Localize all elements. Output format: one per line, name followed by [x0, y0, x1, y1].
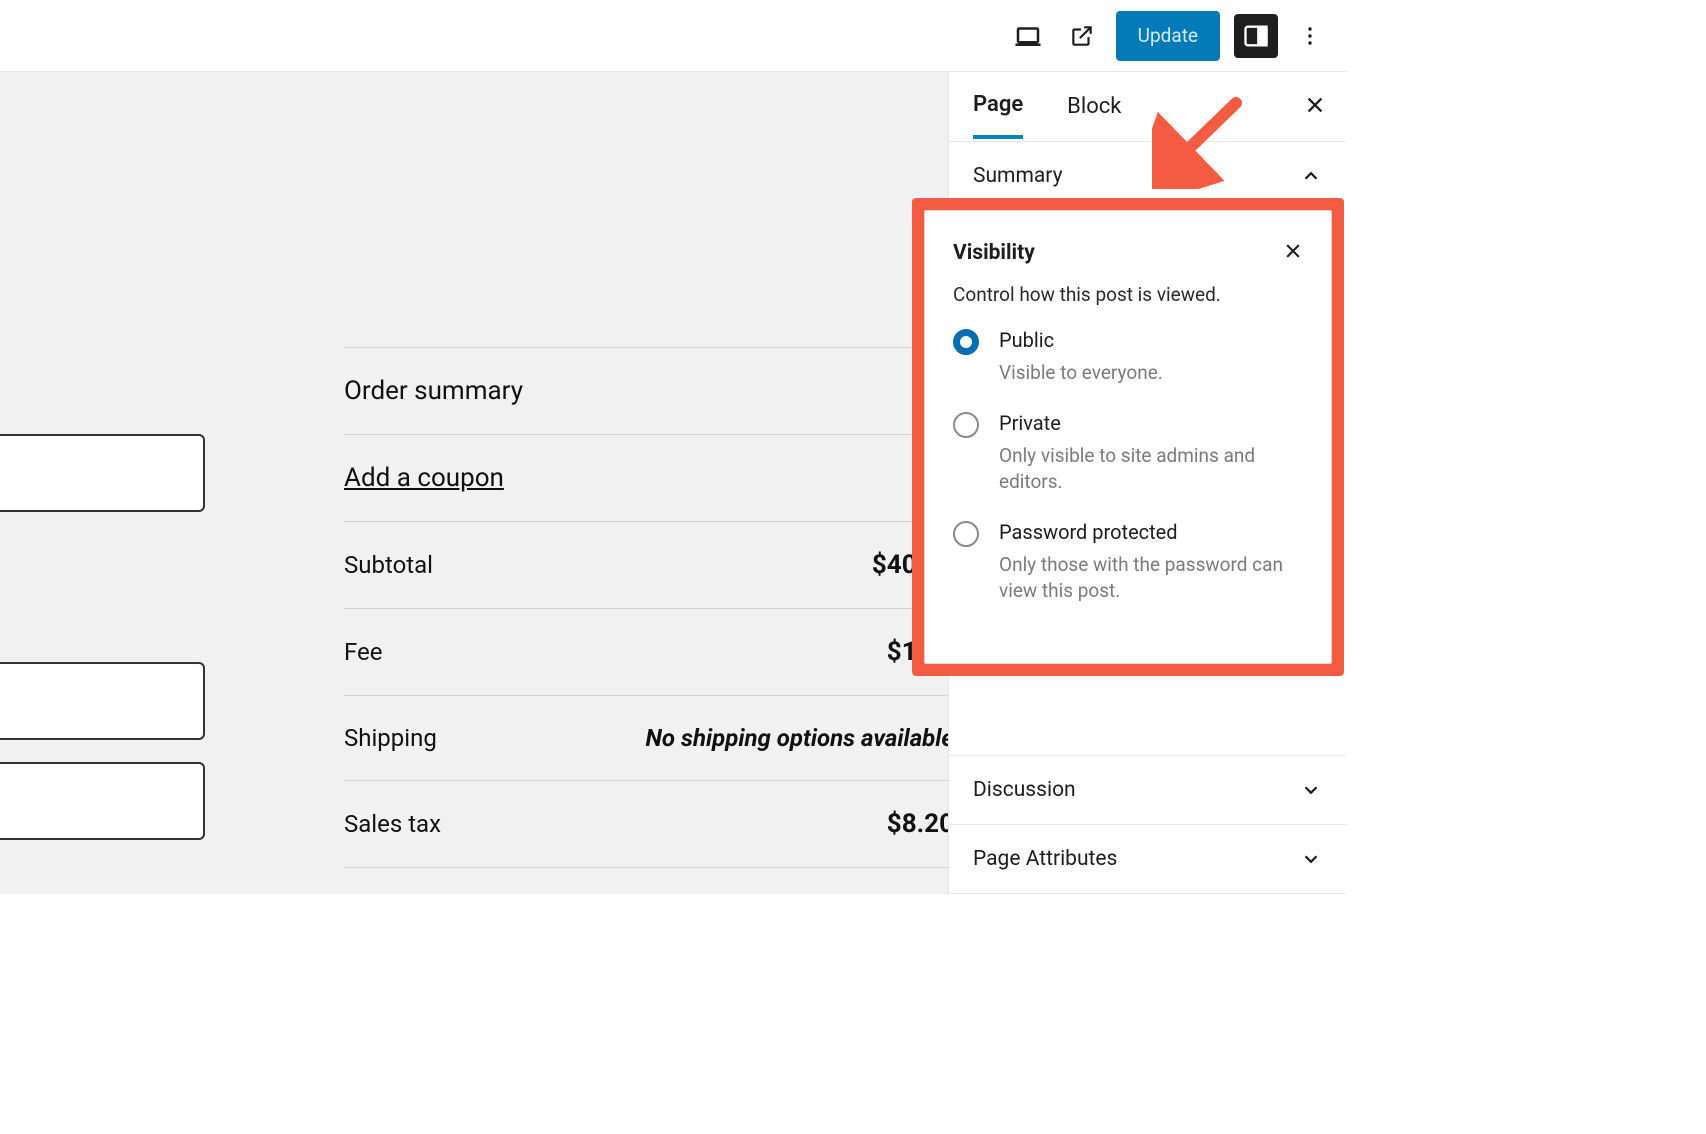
- editor-canvas: Order summary Add a coupon Subtotal $40.…: [0, 72, 948, 894]
- discussion-panel-header[interactable]: Discussion: [949, 756, 1346, 825]
- chevron-down-icon: [1300, 848, 1322, 870]
- subtotal-label: Subtotal: [344, 551, 433, 579]
- radio-private[interactable]: [953, 412, 979, 438]
- settings-panel-toggle[interactable]: [1234, 14, 1278, 58]
- more-options-button[interactable]: [1292, 18, 1328, 54]
- page-attributes-panel-header[interactable]: Page Attributes: [949, 825, 1346, 894]
- visibility-popup-close-button[interactable]: [1283, 241, 1303, 265]
- summary-heading: Summary: [973, 164, 1063, 188]
- text-input-field[interactable]: [0, 762, 205, 840]
- add-coupon-row[interactable]: Add a coupon: [344, 434, 948, 521]
- page-attributes-label: Page Attributes: [973, 847, 1117, 871]
- tab-block[interactable]: Block: [1067, 94, 1121, 137]
- order-summary-heading: Order summary: [344, 376, 523, 406]
- sales-tax-label: Sales tax: [344, 810, 441, 838]
- update-button[interactable]: Update: [1116, 11, 1220, 61]
- option-desc-public: Visible to everyone.: [999, 360, 1163, 387]
- text-input-field[interactable]: [0, 434, 205, 512]
- tab-page[interactable]: Page: [973, 92, 1023, 139]
- order-summary-panel: Order summary Add a coupon Subtotal $40.…: [344, 347, 948, 894]
- option-label-public: Public: [999, 328, 1163, 352]
- external-link-icon: [1069, 23, 1095, 49]
- shipping-row: Shipping No shipping options available: [344, 695, 948, 780]
- update-button-label: Update: [1138, 24, 1198, 47]
- discussion-label: Discussion: [973, 778, 1076, 802]
- radio-password[interactable]: [953, 521, 979, 547]
- fee-label: Fee: [344, 638, 382, 666]
- kebab-icon: [1298, 24, 1322, 48]
- visibility-popup: Visibility Control how this post is view…: [924, 210, 1332, 664]
- laptop-icon: [1013, 21, 1043, 51]
- total-row: Total $49.20: [344, 867, 948, 894]
- add-coupon-link[interactable]: Add a coupon: [344, 463, 504, 493]
- order-summary-header-row[interactable]: Order summary: [344, 347, 948, 434]
- checkout-form-fields: [0, 434, 205, 512]
- text-input-field[interactable]: [0, 662, 205, 740]
- option-desc-private: Only visible to site admins and editors.: [999, 443, 1303, 496]
- fee-row: Fee $1.00: [344, 608, 948, 695]
- view-page-button[interactable]: [1062, 16, 1102, 56]
- chevron-up-icon: [1300, 165, 1322, 187]
- visibility-option-password[interactable]: Password protected Only those with the p…: [953, 520, 1303, 605]
- close-icon: [1283, 241, 1303, 261]
- sales-tax-row: Sales tax $8.20: [344, 780, 948, 867]
- sales-tax-value: $8.20: [887, 809, 948, 839]
- visibility-popup-title: Visibility: [953, 241, 1035, 265]
- sidebar-right-icon: [1242, 22, 1270, 50]
- visibility-popup-description: Control how this post is viewed.: [953, 283, 1303, 306]
- chevron-down-icon: [1300, 779, 1322, 801]
- close-sidebar-button[interactable]: [1304, 94, 1326, 120]
- shipping-value: No shipping options available: [646, 724, 949, 752]
- subtotal-row: Subtotal $40.00: [344, 521, 948, 608]
- visibility-popup-highlight: Visibility Control how this post is view…: [912, 198, 1344, 676]
- radio-public[interactable]: [953, 329, 979, 355]
- visibility-option-private[interactable]: Private Only visible to site admins and …: [953, 411, 1303, 496]
- device-preview-button[interactable]: [1008, 16, 1048, 56]
- option-label-password: Password protected: [999, 520, 1303, 544]
- option-label-private: Private: [999, 411, 1303, 435]
- close-icon: [1304, 94, 1326, 116]
- visibility-option-public[interactable]: Public Visible to everyone.: [953, 328, 1303, 387]
- shipping-label: Shipping: [344, 724, 437, 752]
- sidebar-tabs: Page Block: [949, 72, 1346, 142]
- option-desc-password: Only those with the password can view th…: [999, 552, 1303, 605]
- editor-top-toolbar: Update: [0, 0, 1346, 72]
